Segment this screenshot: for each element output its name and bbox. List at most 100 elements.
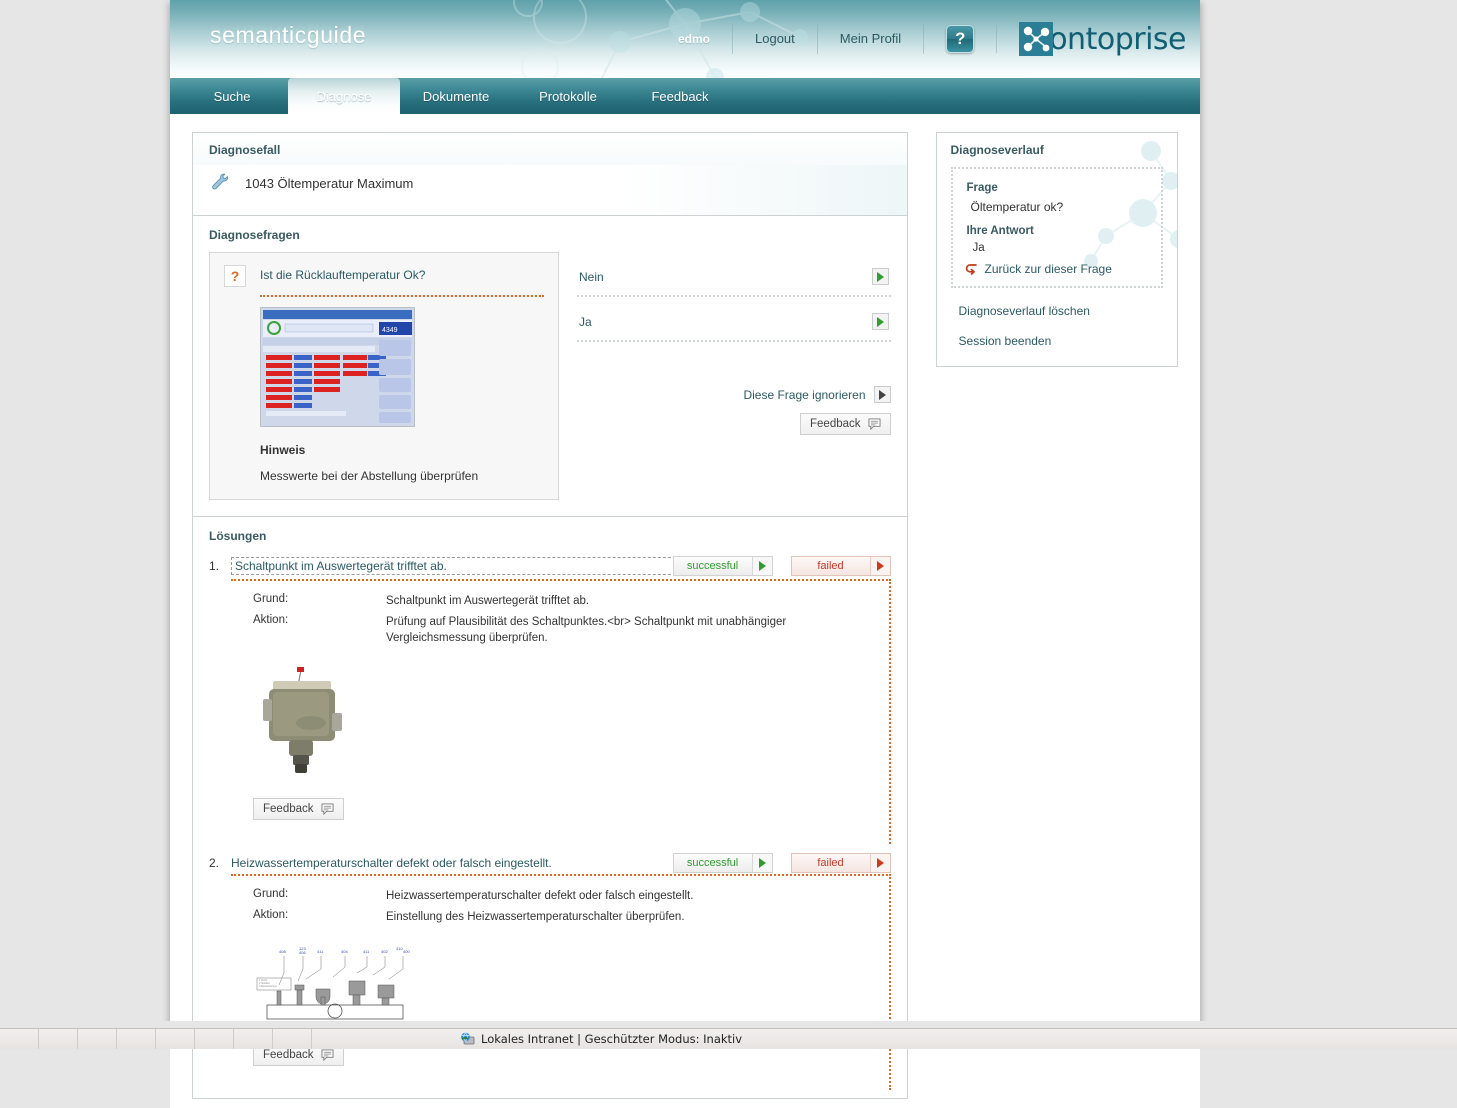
solution-header-inner: Schaltpunkt im Auswertegerät trifftet ab…: [231, 557, 891, 575]
main-navigation: Suche Diagnose Dokumente Protokolle Feed…: [170, 78, 1200, 114]
header-actions: edmo Logout Mein Profil ?: [656, 0, 1200, 78]
question-thumbnail[interactable]: 4349: [260, 307, 415, 427]
red-triangle-icon: [877, 561, 884, 571]
solution-title[interactable]: Schaltpunkt im Auswertegerät trifftet ab…: [231, 557, 701, 575]
current-user: edmo: [656, 24, 733, 54]
sidebar-link-end-session[interactable]: Session beenden: [937, 318, 1177, 348]
history-back-link[interactable]: Zurück zur dieser Frage: [953, 258, 1161, 276]
security-zone-text: Lokales Intranet | Geschützter Modus: In…: [481, 1032, 742, 1046]
green-triangle-icon: [759, 858, 766, 868]
question-mark-icon: ?: [224, 265, 246, 287]
detail-value: Prüfung auf Plausibilität des Schaltpunk…: [386, 614, 889, 647]
diagnoseverlauf-panel: Diagnoseverlauf Frage Öltemperatur ok? I…: [936, 132, 1178, 367]
profile-link[interactable]: Mein Profil: [818, 24, 924, 54]
solution-failed-button[interactable]: failed: [791, 853, 891, 873]
help-wrapper: ?: [924, 25, 997, 53]
window-bottom-gap: [0, 1021, 1457, 1028]
svg-text:408: 408: [279, 949, 286, 954]
svg-text:3 Messumformer: 3 Messumformer: [259, 985, 277, 988]
tab-dokumente[interactable]: Dokumente: [400, 78, 512, 114]
ignore-go-icon[interactable]: [874, 386, 891, 403]
help-icon[interactable]: ?: [946, 25, 974, 53]
solution-successful-button[interactable]: successful: [673, 853, 773, 873]
svg-text:411: 411: [363, 949, 370, 954]
speech-bubble-icon: [321, 1049, 334, 1061]
detail-key: Aktion:: [231, 614, 386, 647]
history-antwort-text: Ja: [953, 240, 1161, 258]
site-header: semanticguide semanticguide edmo Logout …: [170, 0, 1200, 78]
hint-title: Hinweis: [260, 443, 544, 457]
detail-value: Einstellung des Heizwassertemperaturscha…: [386, 909, 889, 926]
hint-text: Messwerte bei der Abstellung überprüfen: [260, 469, 544, 483]
solution-failed-button[interactable]: failed: [791, 556, 891, 576]
solution-successful-button[interactable]: successful: [673, 556, 773, 576]
diagnose-case-title: 1043 Öltemperatur Maximum: [245, 176, 413, 191]
green-triangle-icon: [877, 272, 884, 282]
failed-label: failed: [792, 557, 870, 575]
globe-monitor-icon: [460, 1032, 475, 1046]
green-triangle-icon: [759, 561, 766, 571]
svg-text:406: 406: [299, 950, 306, 955]
status-cell: [78, 1029, 117, 1049]
loesungen-heading: Lösungen: [193, 517, 907, 553]
answer-option-ja[interactable]: Ja: [577, 297, 891, 342]
history-antwort-label: Ihre Antwort: [953, 222, 1161, 240]
ignore-question-label: Diese Frage ignorieren: [743, 388, 865, 402]
solution-feedback-button[interactable]: Feedback: [253, 798, 344, 820]
pressure-switch-photo-icon[interactable]: [253, 667, 353, 777]
history-frage-label: Frage: [953, 179, 1161, 197]
valve-manifold-diagram-icon[interactable]: 408123406 411404411 402410400: [253, 945, 413, 1023]
answer-go-icon[interactable]: [872, 313, 889, 330]
main-column: Diagnosefall 1043 Öltemperatur Maximum D…: [192, 132, 908, 1108]
green-triangle-icon: [877, 317, 884, 327]
successful-arrow-icon: [752, 854, 772, 872]
question-card: ? Ist die Rücklauftemperatur Ok?: [209, 252, 559, 500]
page-body: Diagnosefall 1043 Öltemperatur Maximum D…: [170, 114, 1200, 1108]
detail-value: Schaltpunkt im Auswertegerät trifftet ab…: [386, 593, 889, 610]
tab-suche[interactable]: Suche: [176, 78, 288, 114]
answer-label: Ja: [579, 315, 592, 329]
company-logo-text: ontoprise: [1049, 22, 1186, 57]
solution-title[interactable]: Heizwassertemperaturschalter defekt oder…: [231, 856, 701, 870]
history-box: Frage Öltemperatur ok? Ihre Antwort Ja Z…: [951, 167, 1163, 288]
question-text: Ist die Rücklauftemperatur Ok?: [260, 265, 425, 287]
solution-detail: Grund: Schaltpunkt im Auswertegerät trif…: [231, 579, 891, 844]
question-feedback-button[interactable]: Feedback: [800, 413, 891, 435]
back-link-label: Zurück zur dieser Frage: [985, 262, 1112, 276]
security-zone-indicator[interactable]: Lokales Intranet | Geschützter Modus: In…: [460, 1032, 742, 1046]
tab-feedback[interactable]: Feedback: [624, 78, 736, 114]
speech-bubble-icon: [321, 803, 334, 815]
detail-row-grund: Grund: Heizwassertemperaturschalter defe…: [231, 886, 889, 907]
tab-diagnose[interactable]: Diagnose: [288, 78, 400, 114]
diagnosefall-heading: Diagnosefall: [193, 133, 907, 165]
solution-number: 1.: [209, 559, 231, 573]
detail-row-aktion: Aktion: Einstellung des Heizwassertemper…: [231, 907, 889, 928]
browser-page: semanticguide semanticguide edmo Logout …: [170, 0, 1200, 1030]
status-cell: [195, 1029, 234, 1049]
question-area: ? Ist die Rücklauftemperatur Ok?: [193, 252, 907, 516]
answer-go-icon[interactable]: [872, 268, 889, 285]
svg-text:411: 411: [317, 949, 324, 954]
dark-triangle-icon: [879, 390, 886, 400]
successful-arrow-icon: [752, 557, 772, 575]
tab-protokolle[interactable]: Protokolle: [512, 78, 624, 114]
status-cell: [0, 1029, 39, 1049]
ontoprise-mark-icon: [1019, 22, 1053, 56]
status-cell: [273, 1029, 312, 1049]
solution-item: 2. Heizwassertemperaturschalter defekt o…: [209, 852, 891, 1090]
solution-header: 2. Heizwassertemperaturschalter defekt o…: [209, 852, 891, 874]
product-logo-reflection: semanticguide: [210, 21, 366, 44]
back-arrow-icon: [965, 263, 979, 275]
diagnose-case-row: 1043 Öltemperatur Maximum: [193, 165, 907, 215]
failed-arrow-icon: [870, 854, 890, 872]
solution-state-buttons: successful failed: [673, 556, 891, 576]
detail-key: Aktion:: [231, 909, 386, 926]
answer-option-nein[interactable]: Nein: [577, 252, 891, 297]
red-triangle-icon: [877, 858, 884, 868]
question-divider: [260, 295, 544, 297]
sidebar-link-delete-history[interactable]: Diagnoseverlauf löschen: [937, 288, 1177, 318]
solutions-list: 1. Schaltpunkt im Auswertegerät trifftet…: [193, 553, 907, 1090]
status-cell: [39, 1029, 78, 1049]
ignore-question-row[interactable]: Diese Frage ignorieren: [577, 386, 891, 403]
logout-link[interactable]: Logout: [733, 24, 818, 54]
